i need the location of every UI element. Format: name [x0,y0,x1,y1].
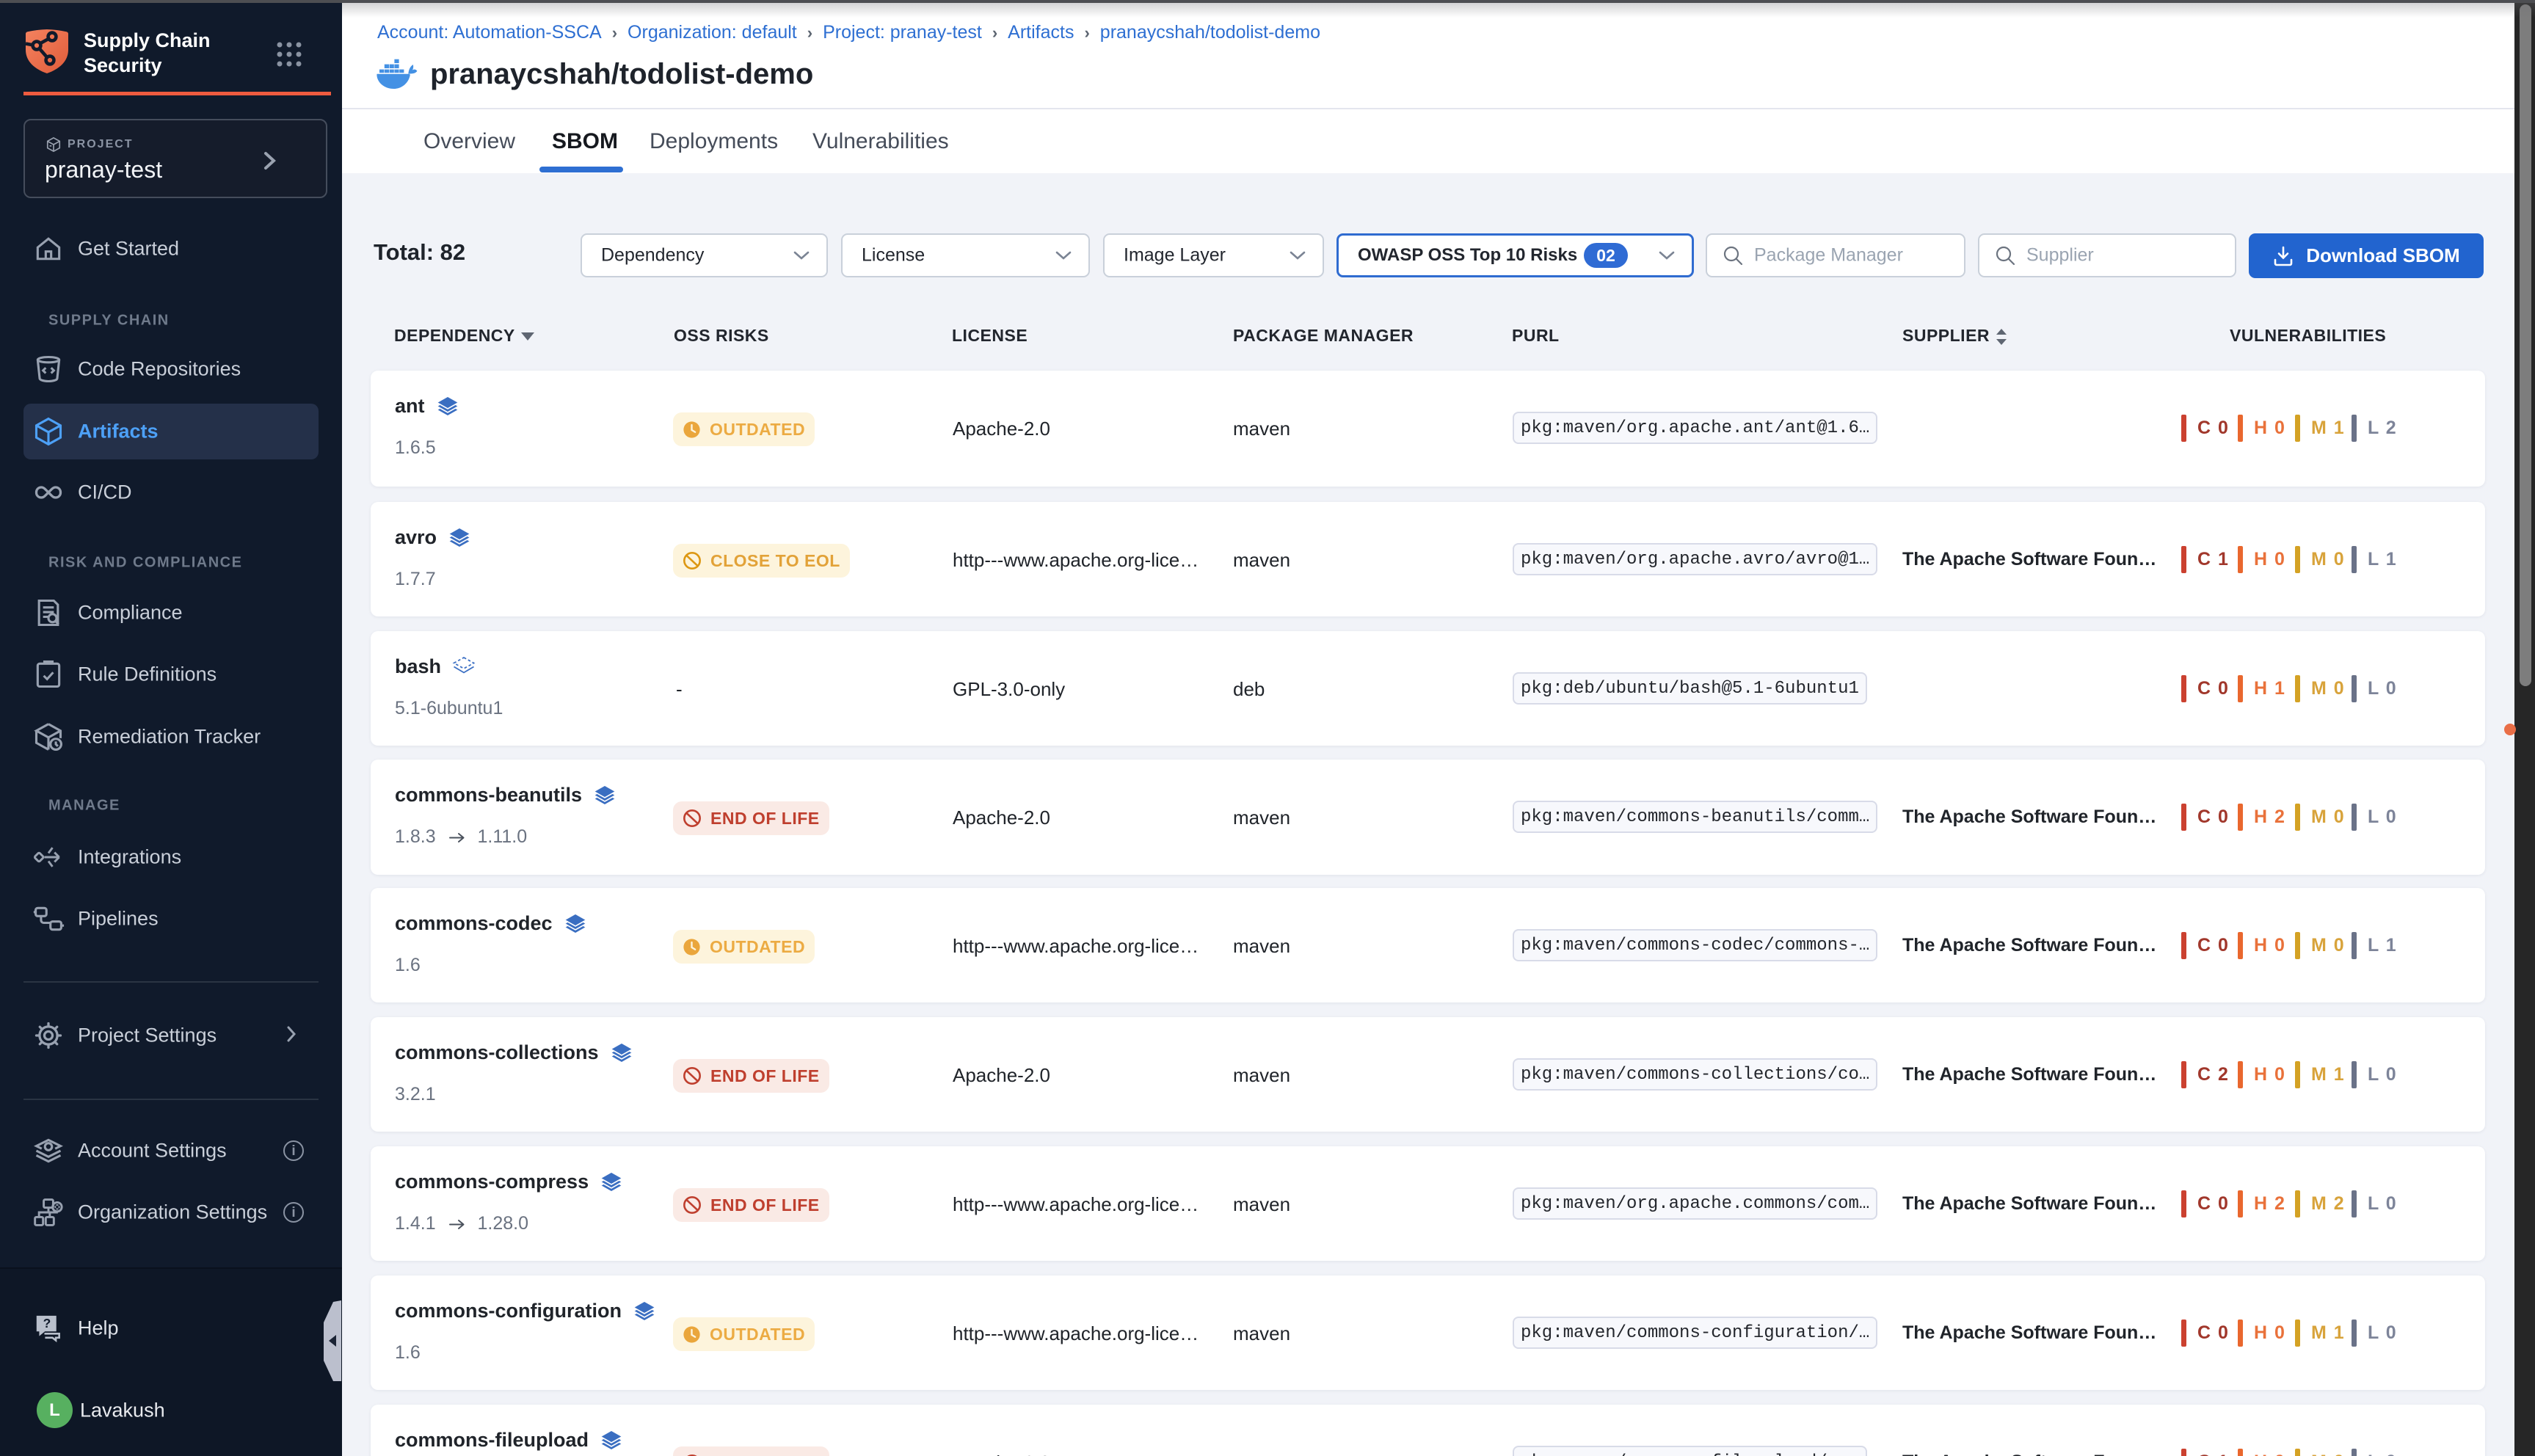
svg-text:?: ? [43,1316,51,1331]
